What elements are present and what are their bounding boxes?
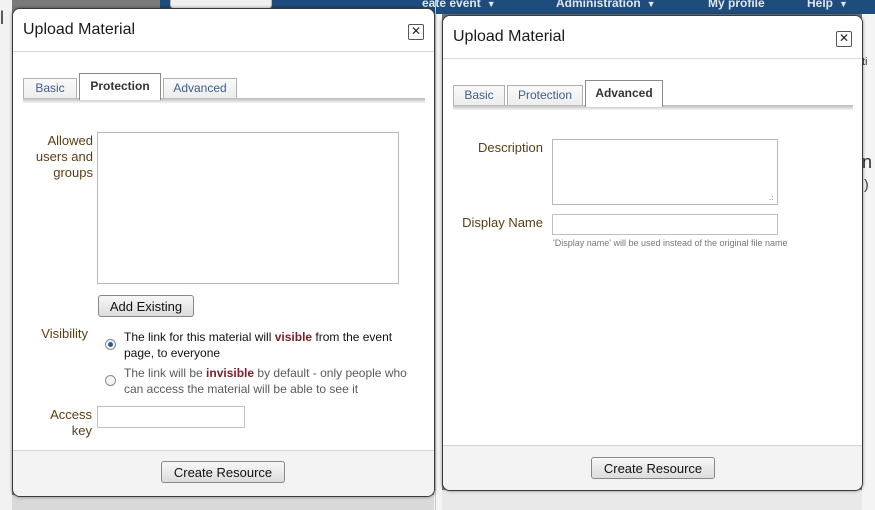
background-page-left: l [0, 0, 12, 510]
create-resource-button[interactable]: Create Resource [591, 457, 715, 479]
invisible-keyword: invisible [206, 366, 255, 380]
background-text-fragment: n [862, 152, 873, 172]
dialog-title: Upload Material [453, 28, 566, 45]
visibility-label: Visibility [41, 326, 88, 341]
dialog-title: Upload Material [23, 21, 136, 38]
description-textarea[interactable]: .: [552, 139, 778, 205]
tab-bar: Basic Protection Advanced [23, 73, 425, 100]
tab-protection[interactable]: Protection [79, 73, 161, 100]
display-name-label: Display Name [462, 215, 543, 230]
menu-item-my-profile[interactable]: My profile [708, 0, 765, 10]
close-icon[interactable]: ✕ [408, 24, 424, 40]
visible-keyword: visible [274, 330, 313, 344]
access-key-input[interactable] [97, 406, 245, 428]
upload-material-dialog-protection: Upload Material ✕ Basic Protection Advan… [12, 8, 435, 497]
tab-advanced[interactable]: Advanced [585, 80, 663, 107]
menu-item-help[interactable]: Help ▼ [807, 0, 848, 10]
visibility-visible-radio[interactable] [105, 339, 116, 350]
visibility-visible-option[interactable]: The link for this material will visible … [124, 329, 424, 361]
close-icon[interactable]: ✕ [836, 31, 852, 47]
tab-basic[interactable]: Basic [453, 85, 505, 105]
add-existing-button[interactable]: Add Existing [98, 295, 194, 317]
resize-grip-icon[interactable]: .: [769, 193, 774, 202]
upload-material-dialog-advanced: Upload Material ✕ Basic Protection Advan… [442, 15, 863, 491]
access-key-label: Access key [50, 407, 92, 438]
display-name-help: 'Display name' will be used instead of t… [553, 238, 788, 248]
background-divider [435, 0, 436, 510]
visibility-invisible-radio[interactable] [105, 375, 116, 386]
dialog-header: Upload Material ✕ [443, 16, 862, 59]
background-page-bottom [12, 495, 434, 510]
menu-item-administration[interactable]: Administration ▼ [556, 0, 656, 10]
background-text-fragment: l [0, 8, 4, 28]
allowed-users-list[interactable] [97, 132, 399, 284]
visibility-invisible-option[interactable]: The link will be invisible by default - … [124, 365, 424, 397]
background-page-right: ti n ) [862, 14, 875, 510]
dialog-footer: Create Resource [443, 445, 862, 490]
background-text-fragment: ) [864, 176, 869, 192]
tab-advanced[interactable]: Advanced [163, 78, 237, 98]
tab-basic[interactable]: Basic [23, 78, 77, 98]
display-name-input[interactable] [552, 214, 778, 235]
tab-bar: Basic Protection Advanced [453, 80, 853, 107]
description-label: Description [477, 140, 543, 155]
dialog-footer: Create Resource [13, 450, 434, 496]
background-page-bottom [442, 490, 862, 510]
tab-protection[interactable]: Protection [507, 85, 583, 105]
allowed-users-label: Allowed users and groups [35, 133, 93, 180]
create-resource-button[interactable]: Create Resource [161, 461, 285, 483]
dialog-header: Upload Material ✕ [13, 9, 434, 52]
